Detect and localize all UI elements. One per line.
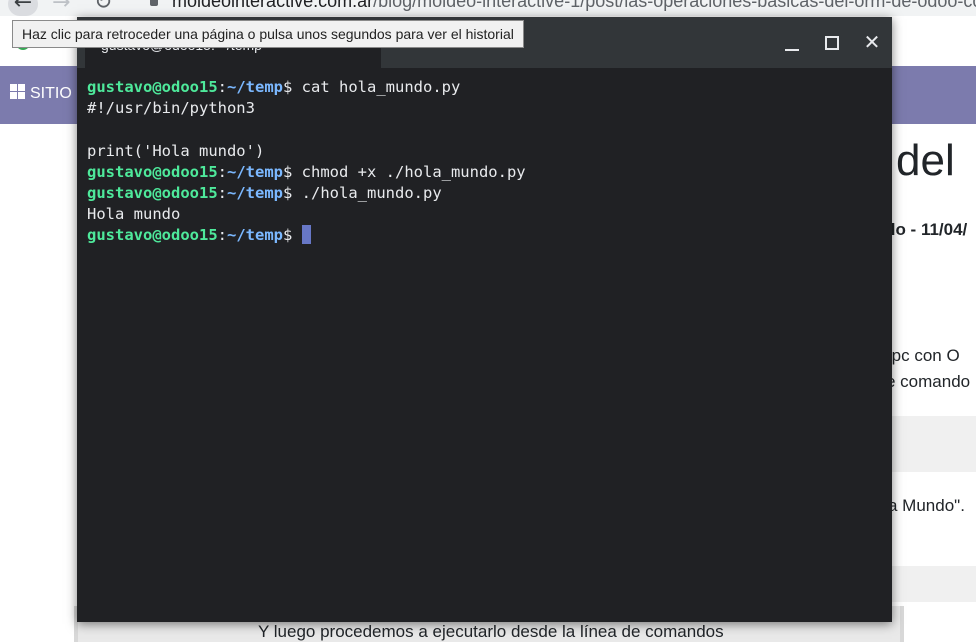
terminal-command-line: gustavo@odoo15:~/temp$ ./hola_mundo.py [87, 183, 882, 204]
article-text: rpc con O [886, 346, 960, 365]
url-path: /blog/moldeo-interactive-1/post/las-oper… [373, 0, 976, 11]
prompt-user: gustavo@odoo15 [87, 78, 218, 96]
article-text: Y luego procedemos a ejecutarlo desde la… [258, 622, 724, 641]
prompt-path: ~/temp [227, 183, 283, 202]
browser-toolbar: ← → ↻ moldeointeractive.com.ar/blog/mold… [0, 0, 976, 16]
terminal-output-line: print('Hola mundo') [87, 141, 265, 160]
terminal-output-line: Hola mundo [87, 205, 181, 224]
prompt-symbol: $ [283, 226, 302, 245]
prompt-separator: : [217, 78, 227, 96]
lock-icon [150, 0, 158, 6]
prompt-user: gustavo@odoo15 [87, 183, 218, 202]
terminal-cursor[interactable] [301, 225, 311, 245]
prompt-path: ~/temp [227, 226, 283, 245]
back-button-tooltip: Haz clic para retroceder una página o pu… [12, 20, 524, 48]
apps-grid-icon [10, 84, 26, 100]
prompt-user: gustavo@odoo15 [87, 226, 218, 245]
terminal-command-line: gustavo@odoo15:~/temp$ [87, 225, 882, 246]
prompt-separator: : [217, 162, 227, 181]
site-menu-button[interactable]: SITIO [10, 84, 72, 103]
command-text: cat hola_mundo.py [301, 78, 461, 96]
close-icon[interactable]: ✕ [857, 30, 887, 54]
prompt-user: gustavo@odoo15 [87, 162, 218, 181]
address-bar[interactable]: moldeointeractive.com.ar/blog/moldeo-int… [172, 0, 976, 12]
forward-arrow-icon[interactable]: → [52, 0, 70, 14]
article-text: e comando [886, 372, 971, 391]
prompt-symbol: $ [283, 78, 302, 96]
terminal-command-line: gustavo@odoo15:~/temp$ cat hola_mundo.py [87, 77, 882, 98]
command-text: ./hola_mundo.py [301, 183, 442, 202]
site-menu-label: SITIO [30, 85, 72, 102]
reload-icon[interactable]: ↻ [94, 0, 112, 14]
url-domain: moldeointeractive.com.ar [172, 0, 374, 11]
article-text: a Mundo". [888, 496, 965, 515]
minimize-icon[interactable] [777, 30, 807, 54]
terminal-output-line: #!/usr/bin/python3 [87, 99, 255, 118]
page-title: del [896, 136, 955, 185]
terminal-window[interactable]: gustavo@odoo15: ~/temp ✕ + ✕ gustavo@odo… [77, 17, 892, 622]
prompt-separator: : [217, 226, 227, 245]
command-text: chmod +x ./hola_mundo.py [301, 162, 526, 181]
prompt-path: ~/temp [227, 162, 283, 181]
terminal-output[interactable]: gustavo@odoo15:~/temp$ cat hola_mundo.py… [87, 77, 882, 247]
terminal-command-line: gustavo@odoo15:~/temp$ chmod +x ./hola_m… [87, 162, 882, 183]
prompt-path: ~/temp [227, 78, 283, 96]
prompt-symbol: $ [283, 162, 302, 181]
prompt-symbol: $ [283, 183, 302, 202]
post-author-date: llo - 11/04/ [886, 220, 968, 239]
maximize-icon[interactable] [817, 30, 847, 54]
prompt-separator: : [217, 183, 227, 202]
code-block [886, 566, 976, 602]
code-block [886, 416, 976, 472]
back-arrow-icon[interactable]: ← [8, 0, 38, 16]
